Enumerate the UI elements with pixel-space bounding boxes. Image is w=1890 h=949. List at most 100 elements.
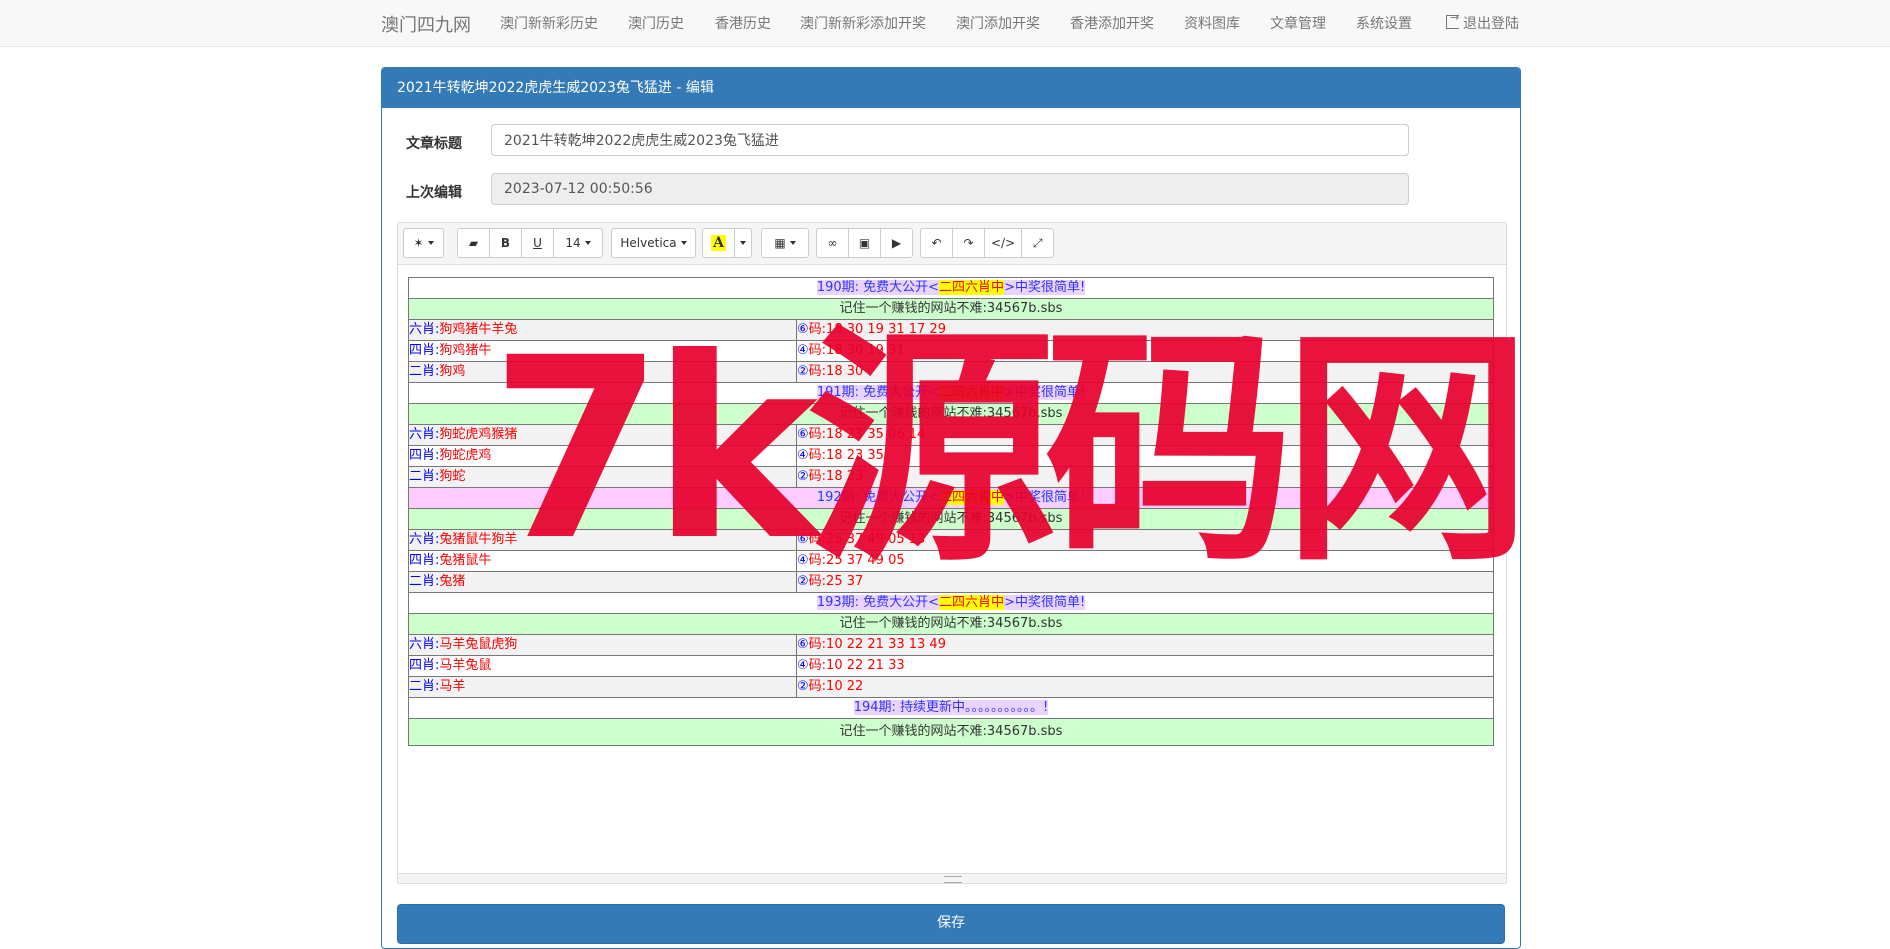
table-row: 六肖:马羊兔鼠虎狗 ⑥码:10 22 21 33 13 49	[408, 634, 1494, 656]
zodiac-label: 四肖:	[409, 553, 440, 568]
nav-article-manage[interactable]: 文章管理	[1270, 13, 1326, 33]
undo-icon: ↶	[931, 236, 942, 250]
period-header-row: 192期: 免费大公开<二四六肖中>中奖很简单!	[408, 487, 1494, 509]
last-edited-label: 上次编辑	[406, 185, 462, 201]
table-row: 四肖:马羊兔鼠 ④码:10 22 21 33	[408, 655, 1494, 677]
brand-link[interactable]: 澳门四九网	[381, 11, 471, 37]
nav-macau-new-add-draw[interactable]: 澳门新新彩添加开奖	[800, 13, 926, 33]
table-icon: ▦	[774, 236, 786, 250]
editor-resize-bar[interactable]	[398, 873, 1506, 883]
numbers-label: 码:	[808, 658, 827, 673]
zodiac-cell: 二肖:马羊	[408, 676, 797, 698]
table-row: 四肖:兔猪鼠牛 ④码:25 37 49 05	[408, 550, 1494, 572]
numbers-value: 18 30 19 31 17 29	[826, 322, 946, 337]
panel-title: 2021牛转乾坤2022虎虎生威2023兔飞猛进 - 编辑	[382, 68, 1520, 108]
lottery-table: 190期: 免费大公开<二四六肖中>中奖很简单! 记住一个赚钱的网站不难:3456…	[408, 277, 1494, 746]
zodiac-value: 狗鸡猪牛羊兔	[439, 322, 518, 337]
clear-format-button[interactable]: ▰	[457, 228, 490, 258]
underline-button[interactable]: U	[521, 228, 554, 258]
eraser-icon: ▰	[468, 236, 479, 250]
nav-macau-history[interactable]: 澳门历史	[628, 13, 684, 33]
zodiac-value: 狗鸡猪牛	[439, 343, 492, 358]
zodiac-value: 狗蛇虎鸡	[439, 448, 492, 463]
numbers-cell: ②码:18 30	[796, 361, 1494, 383]
period-header-row: 190期: 免费大公开<二四六肖中>中奖很简单!	[408, 277, 1494, 299]
nav-system-settings[interactable]: 系统设置	[1356, 13, 1412, 33]
font-size-dropdown[interactable]: 14	[553, 228, 603, 258]
table-row: 四肖:狗蛇虎鸡 ④码:18 23 35	[408, 445, 1494, 467]
zodiac-value: 兔猪鼠牛狗羊	[439, 532, 518, 547]
highlight-text: 二四六肖中	[939, 280, 1005, 295]
editor-content[interactable]: 190期: 免费大公开<二四六肖中>中奖很简单! 记住一个赚钱的网站不难:3456…	[408, 277, 1494, 746]
picture-button[interactable]: ▣	[848, 228, 881, 258]
period-number: 190期:	[816, 280, 860, 295]
nav-hongkong-add-draw[interactable]: 香港添加开奖	[1070, 13, 1154, 33]
count-badge: ⑥	[797, 427, 809, 442]
count-badge: ⑥	[797, 637, 809, 652]
numbers-cell: ⑥码:18 30 19 31 17 29	[796, 319, 1494, 341]
undo-button[interactable]: ↶	[920, 228, 953, 258]
numbers-label: 码:	[808, 427, 827, 442]
table-row: 四肖:狗鸡猪牛 ④码:18 30 19 31	[408, 340, 1494, 362]
save-button[interactable]: 保存	[397, 904, 1505, 944]
zodiac-label: 四肖:	[409, 448, 440, 463]
text-color-dropdown[interactable]	[734, 228, 752, 258]
count-badge: ②	[797, 469, 809, 484]
period-number: 193期:	[816, 595, 860, 610]
nav-macau-new-history[interactable]: 澳门新新彩历史	[500, 13, 598, 33]
numbers-label: 码:	[808, 637, 827, 652]
last-edited-field	[491, 173, 1409, 205]
style-magic-button[interactable]: ✶	[403, 228, 444, 258]
link-button[interactable]: ∞	[816, 228, 849, 258]
redo-button[interactable]: ↷	[952, 228, 985, 258]
magic-icon: ✶	[413, 236, 424, 250]
period-text: 持续更新中。。。。。。。。。。。!	[895, 700, 1049, 715]
notice-text: 记住一个赚钱的网站不难:34567b.sbs	[408, 403, 1494, 425]
numbers-cell: ④码:10 22 21 33	[796, 655, 1494, 677]
period-number: 192期:	[816, 490, 860, 505]
period-header-row: 191期: 免费大公开<二四六肖中>中奖很简单!	[408, 382, 1494, 404]
code-icon: </>	[991, 236, 1016, 250]
numbers-label: 码:	[808, 364, 827, 379]
numbers-cell: ④码:18 30 19 31	[796, 340, 1494, 362]
numbers-cell: ④码:25 37 49 05	[796, 550, 1494, 572]
zodiac-label: 二肖:	[409, 469, 440, 484]
period-header-row: 193期: 免费大公开<二四六肖中>中奖很简单!	[408, 592, 1494, 614]
fullscreen-button[interactable]: ⤢	[1021, 228, 1055, 258]
bold-icon: B	[500, 236, 511, 250]
editor-toolbar: ✶ ▰ B U 14 Helvetica A ▦ ∞ ▣ ▶ ↶ ↷ </> ⤢	[398, 223, 1506, 265]
notice-row: 记住一个赚钱的网站不难:34567b.sbs	[408, 613, 1494, 635]
zodiac-cell: 四肖:兔猪鼠牛	[408, 550, 797, 572]
nav-macau-add-draw[interactable]: 澳门添加开奖	[956, 13, 1040, 33]
zodiac-cell: 四肖:马羊兔鼠	[408, 655, 797, 677]
code-view-button[interactable]: </>	[984, 228, 1023, 258]
nav-logout[interactable]: 退出登陆	[1446, 11, 1519, 33]
nav-hongkong-history[interactable]: 香港历史	[715, 13, 771, 33]
table-row: 六肖:狗蛇虎鸡猴猪 ⑥码:18 23 35 06 14	[408, 424, 1494, 446]
zodiac-label: 六肖:	[409, 532, 440, 547]
font-name-dropdown[interactable]: Helvetica	[611, 228, 696, 258]
font-size-value: 14	[565, 236, 581, 250]
zodiac-value: 狗蛇	[439, 469, 466, 484]
zodiac-cell: 六肖:马羊兔鼠虎狗	[408, 634, 797, 656]
nav-gallery[interactable]: 资料图库	[1184, 13, 1240, 33]
period-text-end: >中奖很简单!	[1004, 490, 1086, 505]
count-badge: ②	[797, 574, 809, 589]
notice-row: 记住一个赚钱的网站不难:34567b.sbs	[408, 403, 1494, 425]
zodiac-cell: 四肖:狗鸡猪牛	[408, 340, 797, 362]
article-title-input[interactable]	[491, 124, 1409, 156]
zodiac-label: 四肖:	[409, 658, 440, 673]
table-button[interactable]: ▦	[761, 228, 809, 258]
logout-icon	[1446, 11, 1459, 29]
numbers-cell: ②码:10 22	[796, 676, 1494, 698]
video-button[interactable]: ▶	[880, 228, 913, 258]
count-badge: ②	[797, 364, 809, 379]
link-icon: ∞	[827, 236, 838, 250]
text-color-button[interactable]: A	[702, 228, 735, 258]
bold-button[interactable]: B	[489, 228, 522, 258]
zodiac-cell: 四肖:狗蛇虎鸡	[408, 445, 797, 467]
zodiac-label: 二肖:	[409, 364, 440, 379]
zodiac-value: 兔猪鼠牛	[439, 553, 492, 568]
logout-label: 退出登陆	[1463, 16, 1519, 32]
article-title-label: 文章标题	[406, 136, 462, 152]
